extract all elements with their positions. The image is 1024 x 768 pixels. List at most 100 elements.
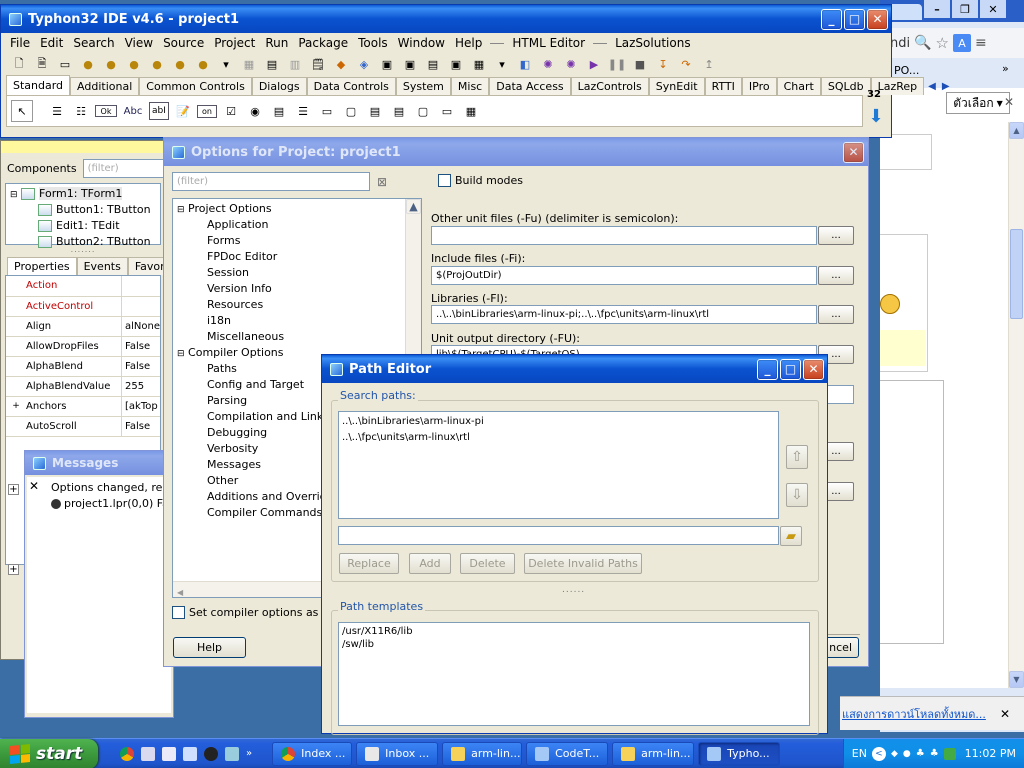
messages-expand-icon[interactable]: +	[8, 484, 19, 495]
new-form-icon[interactable]: 🗎	[32, 55, 52, 73]
forms-icon[interactable]: ▣	[377, 55, 397, 73]
pointer-icon[interactable]: ↖	[11, 100, 33, 122]
components-filter-input[interactable]: (filter)	[82, 158, 165, 178]
palette-tab-data-access[interactable]: Data Access	[489, 77, 571, 95]
property-row[interactable]: AlphaBlendValue 255	[6, 376, 160, 397]
qq-icon[interactable]	[204, 746, 218, 761]
main-menu-icon[interactable]: ☰	[47, 102, 67, 120]
compile-icon[interactable]: ▤	[262, 55, 282, 73]
tree-node-edit1[interactable]: Edit1: TEdit	[10, 218, 160, 234]
qq-tray-icon[interactable]: ♣	[916, 748, 925, 759]
notepad-icon[interactable]	[183, 746, 197, 761]
palette-tab-chart[interactable]: Chart	[776, 77, 821, 95]
stop-icon[interactable]: ■	[630, 55, 650, 73]
menu-view[interactable]: View	[120, 36, 158, 50]
move-up-button[interactable]: ⇧	[786, 445, 808, 469]
actionlist-component-icon[interactable]: ▦	[461, 102, 481, 120]
replace-button[interactable]: Replace	[339, 553, 399, 574]
options-icon[interactable]: 🗒	[308, 55, 328, 73]
property-row[interactable]: AllowDropFiles False	[6, 336, 160, 357]
step-into-icon[interactable]: ↧	[653, 55, 673, 73]
button-component-icon[interactable]: Ok	[95, 105, 117, 117]
delete-invalid-paths-button[interactable]: Delete Invalid Paths	[524, 553, 642, 574]
explorer-icon[interactable]	[141, 746, 155, 761]
include-browse-button[interactable]: ...	[818, 266, 854, 285]
options-filter-input[interactable]: (filter)	[172, 172, 370, 191]
libraries-input[interactable]: ..\..\binLibraries\arm-linux-pi;..\..\fp…	[431, 305, 817, 324]
download-bar-link[interactable]: แสดงการดาวน์โหลดทั้งหมด...	[842, 705, 986, 723]
radiogroup-component-icon[interactable]: ▤	[365, 102, 385, 120]
new-file-icon[interactable]: 🗋	[9, 55, 29, 73]
taskbar-item-codetyphon[interactable]: CodeT...	[526, 741, 609, 766]
other-units-input[interactable]	[431, 226, 817, 245]
package-icon[interactable]: ▦	[469, 55, 489, 73]
units-icon[interactable]: ▣	[400, 55, 420, 73]
taskbar-item-typhon[interactable]: Typho...	[698, 741, 781, 766]
ide-maximize-button[interactable]: □	[844, 8, 865, 30]
memo-component-icon[interactable]: 📝	[173, 102, 193, 120]
property-row[interactable]: AutoScroll False	[6, 416, 160, 437]
property-row[interactable]: ActiveControl	[6, 296, 160, 317]
build-icon[interactable]: ▦	[239, 55, 259, 73]
tree-item-version-info[interactable]: Version Info	[173, 281, 421, 297]
menu-icon[interactable]: ≡	[975, 35, 987, 51]
menu-html-editor[interactable]: HTML Editor	[507, 36, 590, 50]
checkbox-component-icon[interactable]: ☑	[221, 102, 241, 120]
menu-package[interactable]: Package	[293, 36, 353, 50]
set-compiler-checkbox[interactable]	[172, 606, 185, 619]
browser-tab[interactable]	[888, 4, 922, 20]
debug-menu-icon[interactable]: ▾	[492, 55, 512, 73]
move-down-button[interactable]: ⇩	[786, 483, 808, 507]
browse-folder-button[interactable]: ▰	[780, 526, 802, 546]
other-units-browse-button[interactable]: ...	[818, 226, 854, 245]
palette-tab-sqldb[interactable]: SQLdb	[820, 77, 871, 95]
palette-tab-standard[interactable]: Standard	[6, 75, 71, 95]
menu-help[interactable]: Help	[450, 36, 487, 50]
translate-icon[interactable]: A	[953, 34, 971, 52]
libraries-browse-button[interactable]: ...	[818, 305, 854, 324]
browser-bookmarks-chevron[interactable]: »	[1002, 62, 1009, 75]
build-modes-row[interactable]: Build modes	[438, 174, 523, 187]
inspector-icon[interactable]: ▤	[423, 55, 443, 73]
search-path-item[interactable]: ..\..\binLibraries\arm-linux-pi	[342, 414, 775, 430]
palette-tab-rtti[interactable]: RTTI	[704, 77, 742, 95]
taskbar-item-arm-lin-1[interactable]: arm-lin...	[442, 741, 523, 766]
palette-tab-ipro[interactable]: IPro	[741, 77, 777, 95]
radio-component-icon[interactable]: ◉	[245, 102, 265, 120]
gear-icon[interactable]: ✺	[538, 55, 558, 73]
tools-icon[interactable]: ◧	[515, 55, 535, 73]
palette-download-icon[interactable]: ⬇	[865, 107, 887, 127]
start-button[interactable]: start	[0, 738, 98, 768]
palette-tab-system[interactable]: System	[395, 77, 451, 95]
new-unit-icon[interactable]: ▭	[55, 55, 75, 73]
star-icon[interactable]: ☆	[936, 34, 949, 52]
step-over-icon[interactable]: ↷	[676, 55, 696, 73]
ide-minimize-button[interactable]: _	[821, 8, 842, 30]
tray-back-icon[interactable]: <	[871, 746, 886, 761]
open-project-icon[interactable]: ●	[101, 55, 121, 73]
property-row[interactable]: Align alNone	[6, 316, 160, 337]
tree-project-options[interactable]: ⊟ Project Options	[173, 201, 421, 217]
menu-file[interactable]: File	[5, 36, 35, 50]
tray-app-icon[interactable]	[943, 747, 956, 760]
binoculars-icon[interactable]: ▣	[446, 55, 466, 73]
frame-component-icon[interactable]: ▭	[437, 102, 457, 120]
save-icon[interactable]: ●	[124, 55, 144, 73]
message-line-2-row[interactable]: project1.lpr(0,0) Fat	[51, 497, 173, 510]
language-indicator[interactable]: EN	[852, 747, 867, 760]
help-button[interactable]: Help	[173, 637, 246, 658]
bluetooth-icon[interactable]: ●	[903, 749, 911, 759]
browser-search-text[interactable]: ndi	[890, 36, 910, 51]
ide-close-button[interactable]: ✕	[867, 8, 888, 30]
browser-minimize-button[interactable]: –	[924, 0, 950, 18]
qq-tray-icon-2[interactable]: ♣	[930, 748, 939, 759]
tree-item-miscellaneous[interactable]: Miscellaneous	[173, 329, 421, 345]
media-icon[interactable]	[225, 746, 239, 761]
toggle-component-icon[interactable]: on	[197, 104, 217, 118]
property-row[interactable]: + Anchors [akTop	[6, 396, 160, 417]
browser-close-button[interactable]: ✕	[980, 0, 1006, 18]
property-row[interactable]: Action	[6, 276, 160, 297]
menu-search[interactable]: Search	[68, 36, 119, 50]
taskbar-item-index[interactable]: Index ...	[272, 741, 353, 766]
save-all-icon[interactable]: ●	[147, 55, 167, 73]
